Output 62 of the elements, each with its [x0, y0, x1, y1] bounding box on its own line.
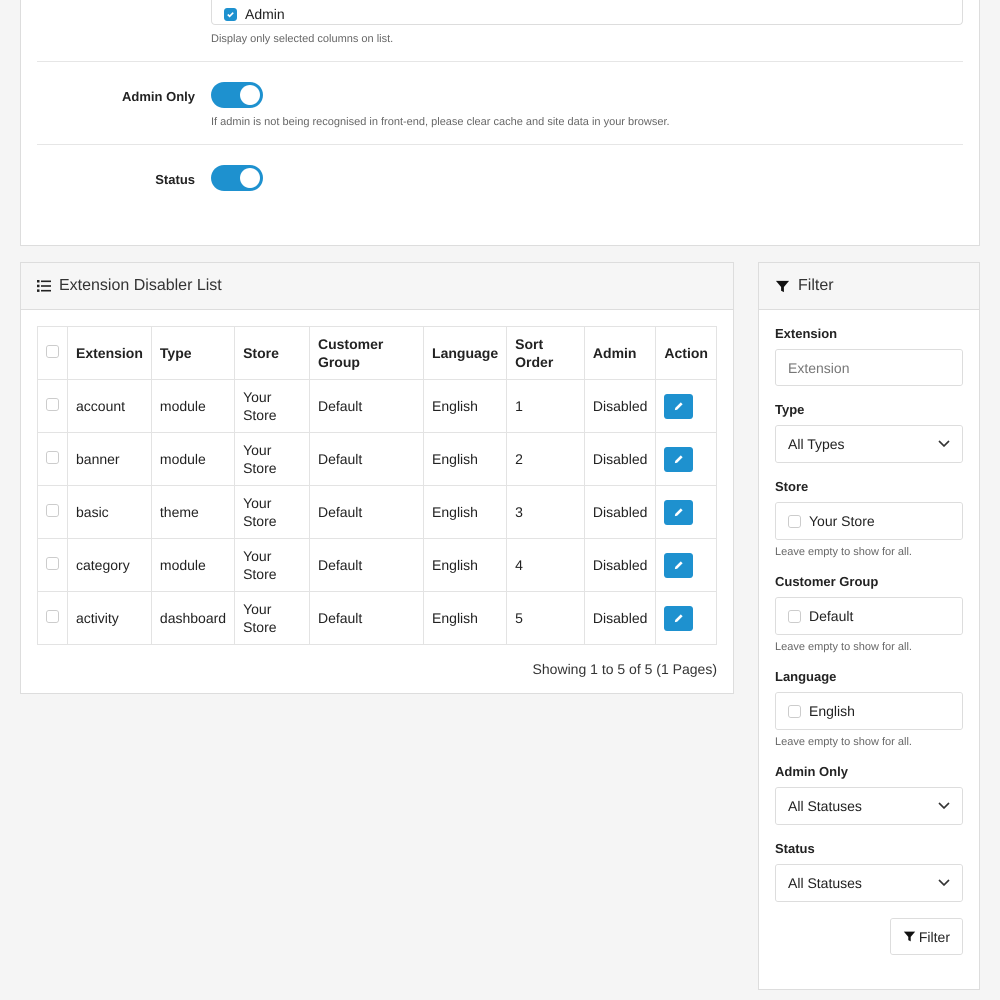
chevron-down-icon: [938, 802, 950, 810]
pencil-icon: [673, 506, 684, 518]
select-dropdown[interactable]: All Statuses: [775, 864, 963, 902]
filter-icon: [902, 930, 916, 943]
table-cell: Default: [309, 592, 424, 644]
checkbox[interactable]: [788, 704, 801, 718]
help-text: Display only selected columns on list.: [211, 33, 394, 45]
chevron-down-icon: [938, 879, 950, 887]
pencil-icon: [673, 560, 684, 570]
card-title: Extension Disabler List: [59, 277, 222, 295]
checkbox-label: Your Store: [809, 513, 875, 529]
select-dropdown[interactable]: All Statuses: [775, 787, 963, 825]
edit-button[interactable]: [664, 394, 694, 418]
edit-button[interactable]: [664, 500, 694, 524]
table-cell: English: [424, 592, 507, 644]
checkbox-label: Default: [809, 608, 854, 624]
table-cell: Disabled: [584, 592, 656, 644]
checkbox[interactable]: [46, 345, 59, 358]
checkbox[interactable]: [46, 610, 59, 623]
help-text: Leave empty to show for all.: [775, 546, 913, 558]
card-title: Filter: [798, 277, 834, 295]
field-label: Type: [775, 402, 806, 417]
field-label: Status: [775, 841, 816, 856]
edit-button[interactable]: [664, 552, 694, 578]
checkbox[interactable]: [224, 8, 237, 20]
filter-button[interactable]: Filter: [890, 918, 963, 955]
table-cell: activity: [68, 592, 152, 644]
table-cell: Your Store: [234, 592, 310, 644]
toggle-switch[interactable]: [211, 165, 263, 191]
field-label: Status: [154, 171, 195, 189]
field-label: Customer Group: [775, 574, 880, 589]
edit-button[interactable]: [664, 446, 694, 472]
field-label: Admin Only: [121, 88, 195, 106]
checkbox-label: English: [809, 703, 855, 719]
field-label: Extension: [775, 326, 838, 341]
help-text: Leave empty to show for all.: [775, 641, 913, 653]
help-text: If admin is not being recognised in front-end, please clear cache and site data in your browser.: [211, 116, 671, 128]
toggle-switch[interactable]: [211, 82, 263, 108]
checkbox[interactable]: [46, 398, 59, 411]
pencil-icon: [673, 454, 684, 464]
pagination-summary: Showing 1 to 5 of 5 (1 Pages): [532, 661, 717, 677]
edit-button[interactable]: [664, 606, 694, 630]
checkbox[interactable]: [788, 610, 801, 622]
table-cell: dashboard: [151, 592, 235, 644]
filter-icon: [775, 278, 790, 294]
checkbox[interactable]: [46, 451, 59, 464]
checkbox-label: Admin: [245, 6, 285, 22]
help-text: Leave empty to show for all.: [775, 736, 913, 748]
field-label: Language: [775, 669, 838, 684]
table-cell: 5: [506, 592, 584, 644]
chevron-down-icon: [938, 440, 950, 448]
field-label: Admin Only: [775, 764, 849, 779]
input-field[interactable]: Extension: [775, 349, 963, 386]
pencil-icon: [673, 400, 684, 412]
field-label: Store: [775, 479, 810, 494]
checkbox[interactable]: [788, 514, 801, 528]
checkmark-icon: [226, 10, 235, 18]
checkbox[interactable]: [46, 557, 59, 570]
pencil-icon: [673, 612, 684, 624]
checkbox[interactable]: [46, 504, 59, 517]
select-dropdown[interactable]: All Types: [775, 425, 963, 463]
list-icon: [37, 280, 51, 292]
